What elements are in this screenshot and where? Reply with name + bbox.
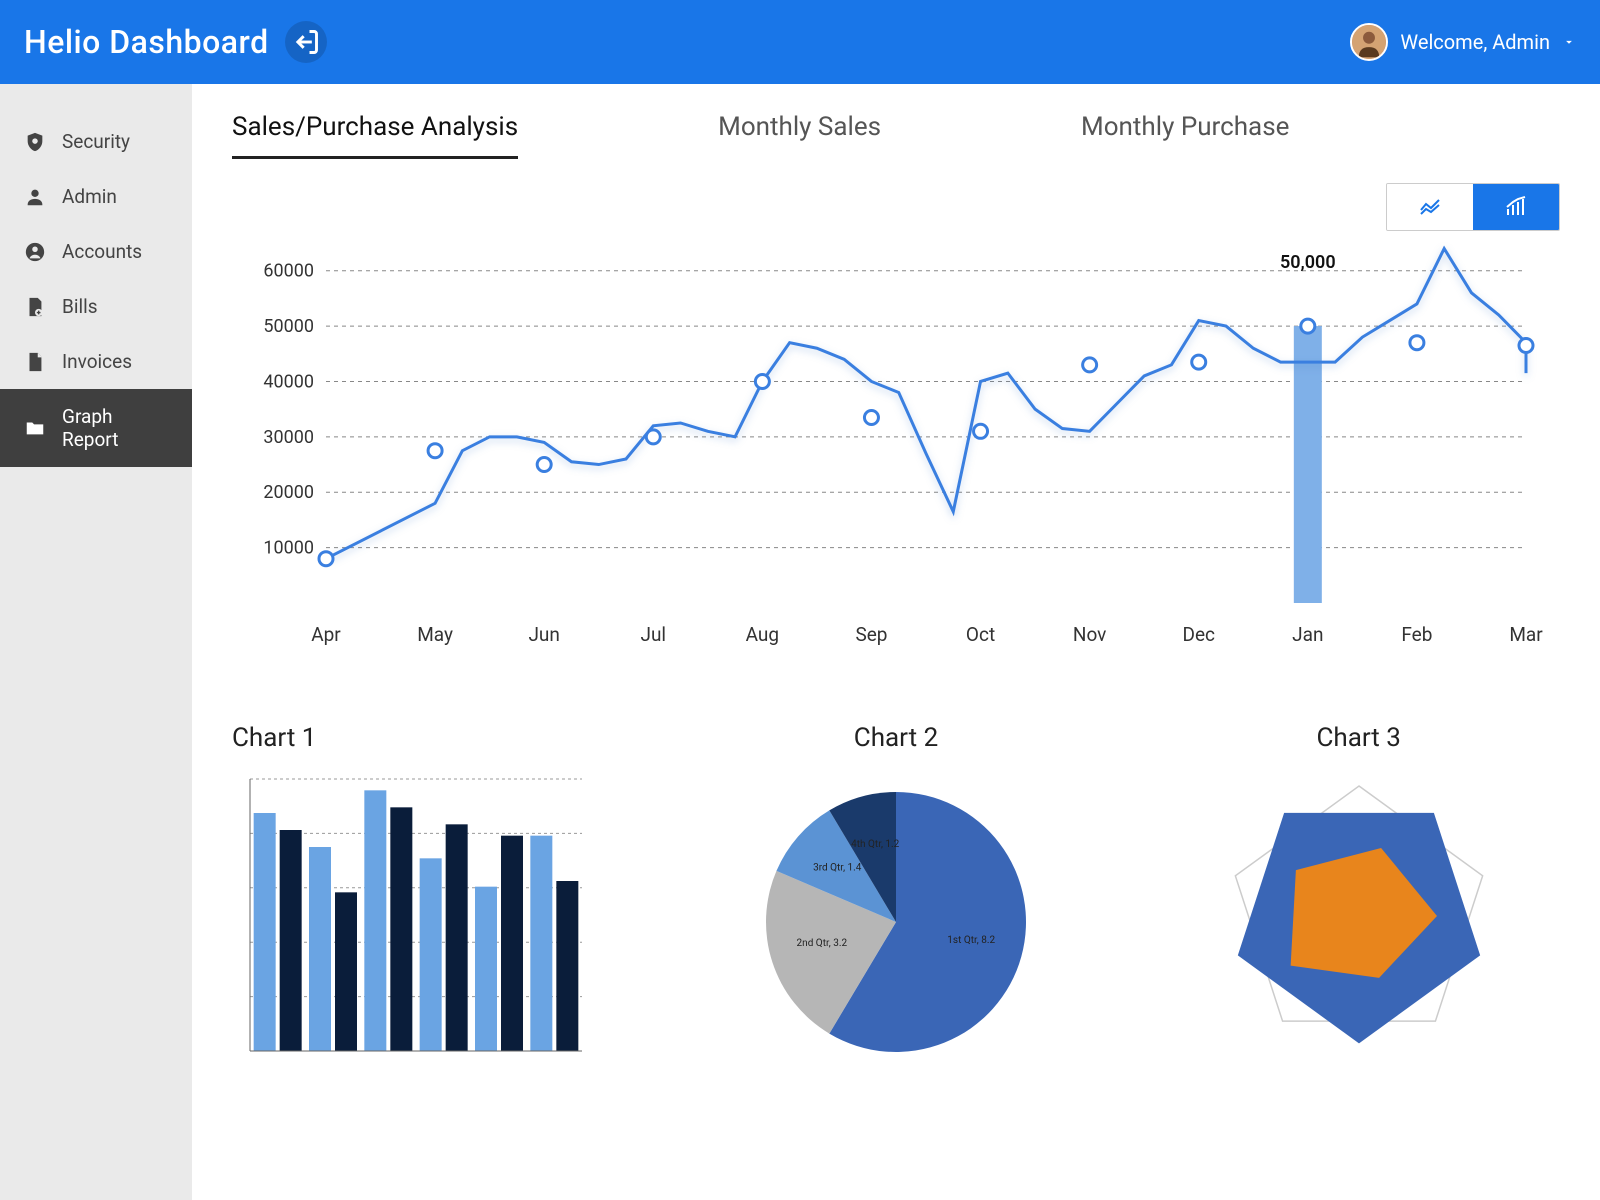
svg-text:Jan: Jan xyxy=(1292,623,1323,646)
svg-text:3rd Qtr, 1.4: 3rd Qtr, 1.4 xyxy=(813,863,862,874)
chart2-title: Chart 2 xyxy=(695,723,1098,753)
main-chart: 10000 20000 30000 40000 50000 60000 50,000 Apr M… xyxy=(232,183,1560,663)
person-icon xyxy=(24,186,46,208)
chart1-svg xyxy=(232,771,592,1061)
sidebar-item-graph-report[interactable]: Graph Report xyxy=(0,389,192,467)
svg-text:Nov: Nov xyxy=(1073,623,1106,646)
sidebar-item-label: Security xyxy=(62,130,130,153)
svg-text:50000: 50000 xyxy=(263,316,314,337)
svg-text:Aug: Aug xyxy=(746,623,779,646)
main-chart-svg: 10000 20000 30000 40000 50000 60000 50,000 Apr M… xyxy=(232,183,1560,663)
svg-text:Feb: Feb xyxy=(1401,623,1432,646)
svg-text:Mar: Mar xyxy=(1509,623,1543,646)
chart-type-toggle xyxy=(1386,183,1560,231)
svg-text:20000: 20000 xyxy=(263,482,314,503)
svg-text:60000: 60000 xyxy=(263,261,314,282)
account-icon xyxy=(24,241,46,263)
svg-text:30000: 30000 xyxy=(263,427,314,448)
sidebar-item-label: Graph Report xyxy=(62,405,168,451)
welcome-text: Welcome, Admin xyxy=(1400,30,1550,54)
svg-text:Oct: Oct xyxy=(966,623,995,646)
sidebar-item-label: Bills xyxy=(62,295,98,318)
sidebar: Security Admin Accounts Bills Invoices G… xyxy=(0,84,192,1200)
chart3: Chart 3 xyxy=(1157,723,1560,1065)
chart2: Chart 2 1st Qtr, 8.2 2nd Qtr, 3.2 3rd Qtr,… xyxy=(695,723,1098,1065)
svg-text:10000: 10000 xyxy=(263,538,314,559)
header-right[interactable]: Welcome, Admin xyxy=(1350,23,1576,61)
chart1: Chart 1 xyxy=(232,723,635,1065)
logout-button[interactable] xyxy=(285,21,327,63)
svg-text:May: May xyxy=(417,623,453,646)
chevron-down-icon xyxy=(1562,35,1576,49)
svg-text:50,000: 50,000 xyxy=(1280,252,1336,273)
header: Helio Dashboard Welcome, Admin xyxy=(0,0,1600,84)
svg-text:2nd Qtr, 3.2: 2nd Qtr, 3.2 xyxy=(797,938,848,949)
svg-text:Sep: Sep xyxy=(855,623,887,646)
multiline-icon xyxy=(1418,195,1442,219)
sidebar-item-label: Invoices xyxy=(62,350,132,373)
sidebar-item-bills[interactable]: Bills xyxy=(0,279,192,334)
toggle-bar-button[interactable] xyxy=(1473,184,1559,230)
chart1-title: Chart 1 xyxy=(232,723,635,753)
avatar xyxy=(1350,23,1388,61)
toggle-multiline-button[interactable] xyxy=(1387,184,1473,230)
sidebar-item-label: Admin xyxy=(62,185,117,208)
svg-text:Apr: Apr xyxy=(311,623,341,646)
chart3-title: Chart 3 xyxy=(1157,723,1560,753)
header-left: Helio Dashboard xyxy=(24,21,327,63)
small-charts-row: Chart 1 Chart 2 1st Qtr, 8.2 2nd Qtr, 3.2… xyxy=(232,723,1560,1065)
svg-text:Jul: Jul xyxy=(640,623,666,646)
svg-text:1st Qtr, 8.2: 1st Qtr, 8.2 xyxy=(947,935,995,946)
chart2-svg: 1st Qtr, 8.2 2nd Qtr, 3.2 3rd Qtr, 1.4 4th … xyxy=(736,771,1056,1061)
bill-icon xyxy=(24,296,46,318)
sidebar-item-label: Accounts xyxy=(62,240,142,263)
folder-icon xyxy=(24,417,46,439)
svg-text:Jun: Jun xyxy=(528,623,559,646)
svg-text:Dec: Dec xyxy=(1182,623,1215,646)
invoice-icon xyxy=(24,351,46,373)
svg-text:40000: 40000 xyxy=(263,371,314,392)
logout-icon xyxy=(292,28,320,56)
sidebar-item-admin[interactable]: Admin xyxy=(0,169,192,224)
shield-icon xyxy=(24,131,46,153)
svg-text:4th Qtr, 1.2: 4th Qtr, 1.2 xyxy=(851,839,900,850)
tab-monthly-purchase[interactable]: Monthly Purchase xyxy=(1081,112,1289,159)
trend-bar-icon xyxy=(1504,195,1528,219)
tab-sales-purchase-analysis[interactable]: Sales/Purchase Analysis xyxy=(232,112,518,159)
tab-monthly-sales[interactable]: Monthly Sales xyxy=(718,112,881,159)
main-content: Sales/Purchase Analysis Monthly Sales Mo… xyxy=(192,84,1600,1200)
sidebar-item-accounts[interactable]: Accounts xyxy=(0,224,192,279)
report-tabs: Sales/Purchase Analysis Monthly Sales Mo… xyxy=(232,112,1560,159)
sidebar-item-invoices[interactable]: Invoices xyxy=(0,334,192,389)
brand-title: Helio Dashboard xyxy=(24,23,269,61)
chart3-svg xyxy=(1199,771,1519,1061)
sidebar-item-security[interactable]: Security xyxy=(0,114,192,169)
